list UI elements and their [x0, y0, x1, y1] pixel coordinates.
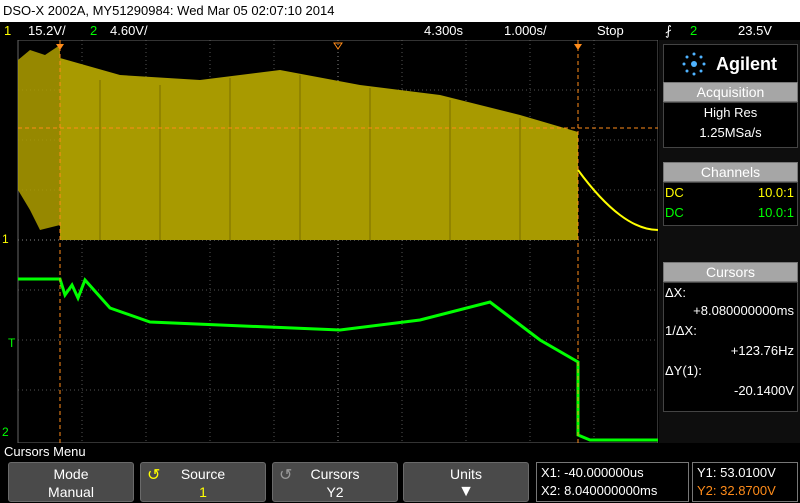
ch1-label[interactable]: 1: [4, 22, 11, 40]
x2-marker-icon: [574, 44, 582, 50]
ch2-label[interactable]: 2: [90, 22, 97, 40]
ch2-scale[interactable]: 4.60V/: [110, 22, 148, 40]
trigger-position-icon: [333, 42, 343, 50]
units-softkey[interactable]: Units ▼: [403, 462, 529, 502]
trigger-marker[interactable]: T: [8, 336, 16, 350]
brand-logo: Agilent: [663, 44, 798, 84]
time-scale[interactable]: 1.000s/: [504, 22, 547, 40]
ch1-noise-segment: [18, 45, 60, 230]
acquisition-panel[interactable]: High Res 1.25MSa/s: [663, 102, 798, 148]
ch1-decay: [577, 169, 658, 231]
inv-dx-label: 1/ΔX:: [665, 323, 697, 338]
title-text: DSO-X 2002A, MY51290984: Wed Mar 05 02:0…: [3, 3, 335, 18]
dy-label: ΔY(1):: [665, 363, 702, 378]
cursors-value: Y2: [326, 484, 344, 500]
ch1-coupling: DC: [665, 185, 684, 200]
trigger-level[interactable]: 23.5V: [738, 22, 772, 40]
y1-readout: Y1: 53.0100V: [697, 465, 776, 480]
waveform-display[interactable]: 1 T 2: [0, 40, 658, 443]
x2-readout: X2: 8.040000000ms: [541, 483, 658, 498]
rotate-knob-icon: ↺: [279, 467, 293, 484]
cursors-panel[interactable]: ΔX: +8.080000000ms 1/ΔX: +123.76Hz ΔY(1)…: [663, 282, 798, 412]
x-readout: X1: -40.000000us X2: 8.040000000ms: [536, 462, 689, 502]
ch2-probe: 10.0:1: [757, 205, 794, 220]
channels-header: Channels: [663, 162, 798, 182]
source-value: 1: [199, 484, 207, 500]
x1-readout: X1: -40.000000us: [541, 465, 644, 480]
agilent-spark-icon: [682, 52, 706, 76]
side-panel: Agilent Acquisition High Res 1.25MSa/s C…: [659, 40, 800, 443]
ch1-scale[interactable]: 15.2V/: [28, 22, 66, 40]
cursors-header: Cursors: [663, 262, 798, 282]
units-label: Units: [450, 466, 482, 482]
run-state[interactable]: Stop: [597, 22, 624, 40]
softkey-bar: Mode Manual ↺ Source 1 ↺ Cursors Y2 Unit…: [0, 461, 800, 503]
dx-label: ΔX:: [665, 285, 686, 300]
brand-name: Agilent: [716, 53, 777, 74]
mode-label: Mode: [53, 466, 89, 482]
acquisition-header: Acquisition: [663, 82, 798, 102]
rotate-knob-icon: ↺: [147, 467, 161, 484]
channels-panel[interactable]: DC 10.0:1 DC 10.0:1: [663, 182, 798, 226]
ch2-coupling: DC: [665, 205, 684, 220]
chevron-down-icon: ▼: [458, 483, 474, 500]
time-delay[interactable]: 4.300s: [424, 22, 463, 40]
ch1-waveform: [60, 58, 578, 240]
ch1-marker[interactable]: 1: [2, 232, 9, 246]
trigger-source[interactable]: 2: [690, 22, 697, 40]
mode-softkey[interactable]: Mode Manual: [8, 462, 134, 502]
inv-dx-value: +123.76Hz: [730, 343, 794, 358]
menu-title: Cursors Menu: [0, 443, 800, 461]
trigger-edge-icon: ⨏: [665, 23, 672, 38]
ch2-marker[interactable]: 2: [2, 425, 9, 439]
status-bar: 1 15.2V/ 2 4.60V/ 4.300s 1.000s/ Stop ⨏ …: [0, 22, 800, 40]
ch1-probe: 10.0:1: [757, 185, 794, 200]
source-softkey[interactable]: ↺ Source 1: [140, 462, 266, 502]
acquisition-rate: 1.25MSa/s: [699, 125, 762, 140]
mode-value: Manual: [48, 484, 94, 500]
title-bar: DSO-X 2002A, MY51290984: Wed Mar 05 02:0…: [0, 0, 800, 22]
y2-readout: Y2: 32.8700V: [697, 483, 776, 498]
dx-value: +8.080000000ms: [693, 303, 794, 318]
acquisition-mode: High Res: [703, 105, 758, 120]
ch2-waveform: [18, 277, 658, 442]
dy-value: -20.1400V: [734, 383, 794, 398]
cursors-softkey[interactable]: ↺ Cursors Y2: [272, 462, 398, 502]
y-readout: Y1: 53.0100V Y2: 32.8700V: [692, 462, 798, 502]
